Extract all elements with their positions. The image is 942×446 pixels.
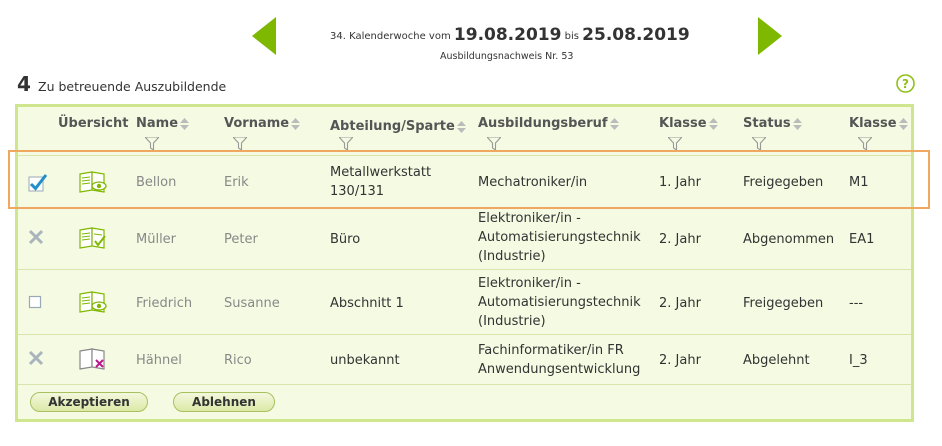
cell-beruf: Fachinformatiker/in FR [478,343,624,358]
column-header-abteilung[interactable]: Abteilung/Sparte [330,119,466,134]
cell-name: Bellon [136,175,177,190]
accept-button[interactable]: Akzeptieren [30,392,148,412]
column-header-beruf[interactable]: Ausbildungsberuf [478,116,619,131]
book-rejected-icon[interactable] [79,348,107,370]
column-header-name[interactable]: Name [136,116,190,131]
sort-icon[interactable] [291,117,301,130]
table-row[interactable]: Friedrich Susanne Abschnitt 1 Elektronik… [18,269,911,334]
cell-vorname: Rico [224,353,252,368]
cell-beruf: Mechatroniker/in [478,175,588,190]
cell-abteilung: Büro [330,232,361,247]
cell-beruf-line2: Automatisierungstechnik [478,230,641,245]
filter-icon[interactable] [487,137,501,151]
row-checkbox-checked-icon[interactable] [28,172,48,192]
table-header: Übersicht Name Vorname Abteilung/Sparte … [18,107,911,155]
trainee-count-label: Zu betreuende Auszubildende [38,79,227,94]
svg-text:?: ? [902,77,909,91]
table-row[interactable]: Bellon Erik Metallwerkstatt 130/131 Mech… [18,155,911,207]
column-label: Vorname [224,116,290,131]
column-header-status[interactable]: Status [743,116,802,131]
cell-status: Abgenommen [743,232,835,247]
week-start-date: 19.08.2019 [453,25,562,45]
cell-jahr: 2. Jahr [659,232,701,247]
filter-icon[interactable] [339,137,353,151]
cell-jahr: 2. Jahr [659,353,701,368]
cell-vorname: Peter [224,232,258,247]
cell-jahr: 1. Jahr [659,175,701,190]
column-header-klasse-year[interactable]: Klasse [659,116,718,131]
cell-beruf-line2: Automatisierungstechnik [478,295,641,310]
cell-klasse: I_3 [849,353,868,368]
cell-klasse: M1 [849,175,869,190]
cell-vorname: Erik [224,175,249,190]
cell-vorname: Susanne [224,296,280,311]
column-label: Klasse [659,116,707,131]
trainee-table: Übersicht Name Vorname Abteilung/Sparte … [15,104,914,422]
cell-name: Friedrich [136,296,193,311]
table-divider [18,384,911,385]
sort-icon[interactable] [792,117,802,130]
row-checkbox-unchecked-icon[interactable] [28,295,42,309]
filter-icon[interactable] [752,137,766,151]
row-disabled-x-icon [28,229,44,245]
column-header-vorname[interactable]: Vorname [224,116,301,131]
sort-icon[interactable] [609,117,619,130]
filter-icon[interactable] [858,137,872,151]
column-label: Abteilung/Sparte [330,119,455,134]
book-eye-icon[interactable] [79,171,107,193]
book-check-icon[interactable] [79,227,107,249]
table-row[interactable]: Müller Peter Büro Elektroniker/in - Auto… [18,207,911,269]
sort-icon[interactable] [708,117,718,130]
sort-icon[interactable] [180,117,190,130]
column-header-klasse[interactable]: Klasse [849,116,908,131]
cell-beruf-line2: Anwendungsentwicklung [478,362,641,377]
cell-name: Hähnel [136,353,182,368]
column-label: Übersicht [58,116,129,131]
trainee-count-value: 4 [17,72,31,96]
filter-icon[interactable] [233,137,247,151]
reject-button[interactable]: Ablehnen [173,392,275,412]
cell-klasse: EA1 [849,232,875,247]
cell-name: Müller [136,232,177,247]
cell-beruf-line3: (Industrie) [478,314,546,329]
trainee-count: 4 Zu betreuende Auszubildende [17,72,226,96]
cell-klasse: --- [849,296,864,311]
table-row[interactable]: Hähnel Rico unbekannt Fachinformatiker/i… [18,334,911,384]
cell-beruf: Elektroniker/in - [478,211,581,226]
cell-status: Abgelehnt [743,353,810,368]
column-label: Status [743,116,791,131]
week-end-date: 25.08.2019 [582,25,690,45]
cell-status: Freigegeben [743,175,824,190]
cell-beruf-line3: (Industrie) [478,249,546,264]
previous-week-arrow-icon[interactable] [252,17,276,55]
week-range: 34. Kalenderwoche vom 19.08.2019 bis 25.… [330,25,770,45]
sort-icon[interactable] [898,117,908,130]
column-label: Name [136,116,179,131]
filter-icon[interactable] [668,137,682,151]
filter-icon[interactable] [145,137,159,151]
column-label: Ausbildungsberuf [478,116,608,131]
sort-icon[interactable] [456,120,466,133]
cell-status: Freigegeben [743,296,824,311]
cell-abteilung: Abschnitt 1 [330,296,404,311]
cell-beruf: Elektroniker/in - [478,276,581,291]
cell-abteilung: unbekannt [330,353,400,368]
week-between-label: bis [564,31,579,42]
column-label: Klasse [849,116,897,131]
cell-abteilung-line2: 130/131 [330,184,385,199]
column-header-overview: Übersicht [58,116,128,131]
row-disabled-x-icon [28,350,44,366]
cell-abteilung: Metallwerkstatt [330,165,432,180]
cell-jahr: 2. Jahr [659,296,701,311]
week-number-label: 34. Kalenderwoche vom [330,31,451,42]
report-number: Ausbildungsnachweis Nr. 53 [440,51,574,62]
next-week-arrow-icon[interactable] [758,17,782,55]
book-eye-icon[interactable] [79,291,107,313]
help-icon[interactable]: ? [896,74,915,93]
